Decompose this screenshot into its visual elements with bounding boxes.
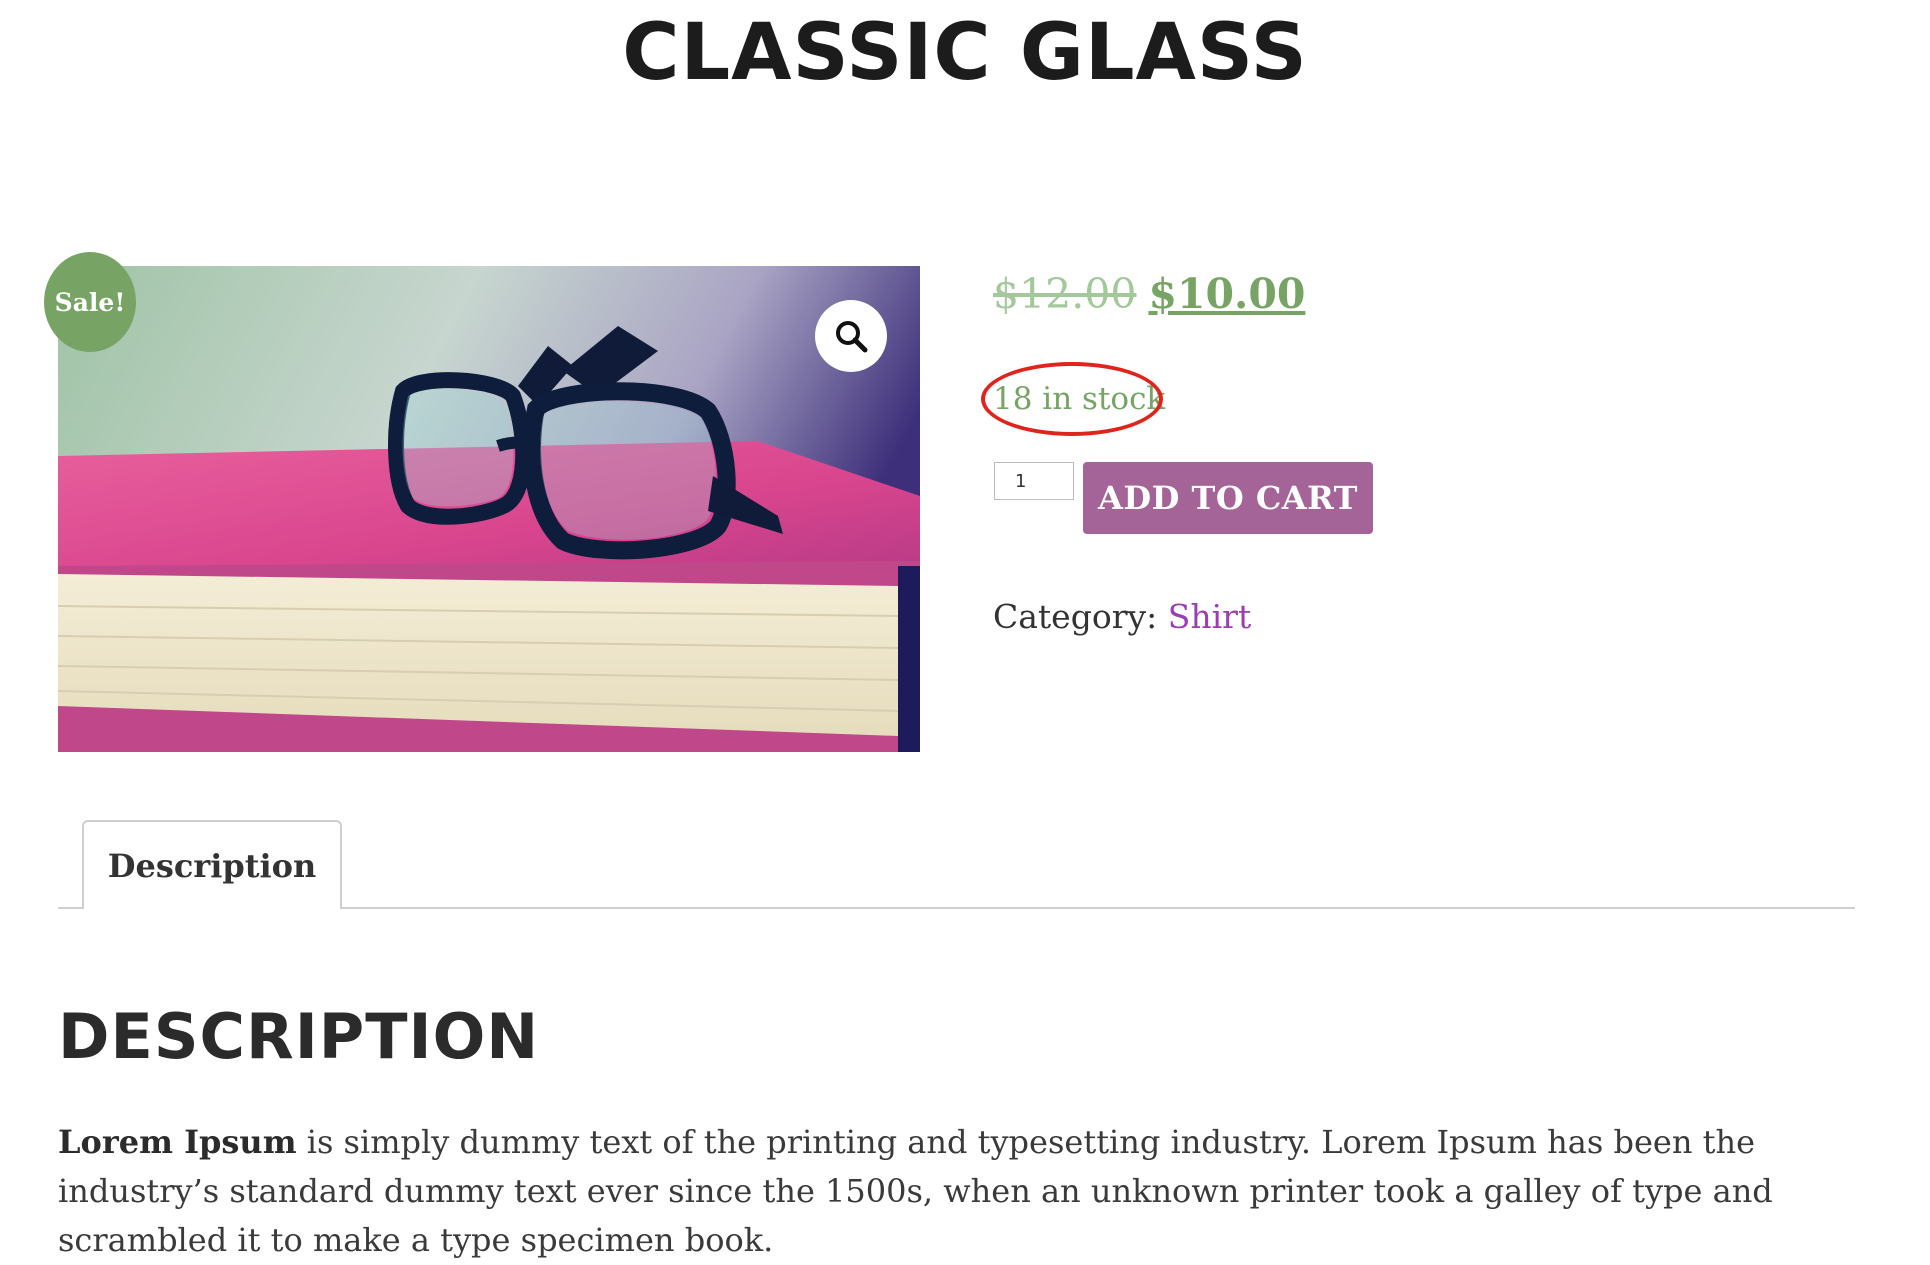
sale-badge: Sale!: [44, 252, 136, 352]
description-heading: DESCRIPTION: [58, 1000, 540, 1073]
stock-highlight-circle: [981, 362, 1163, 436]
description-body: is simply dummy text of the printing and…: [58, 1123, 1773, 1259]
product-image[interactable]: [58, 266, 920, 752]
add-to-cart-button[interactable]: ADD TO CART: [1083, 462, 1373, 534]
category-link[interactable]: Shirt: [1168, 597, 1251, 636]
sale-price: $10.00: [1148, 270, 1306, 318]
quantity-input[interactable]: [994, 462, 1074, 500]
tab-description[interactable]: Description: [82, 820, 342, 909]
category-label: Category:: [993, 597, 1158, 636]
regular-price: $12.00: [993, 270, 1137, 318]
product-title: CLASSIC GLASS: [622, 8, 1308, 98]
description-text: Lorem Ipsum is simply dummy text of the …: [58, 1118, 1858, 1265]
zoom-button[interactable]: [815, 300, 887, 372]
description-lead: Lorem Ipsum: [58, 1123, 297, 1161]
magnifier-icon: [836, 321, 868, 353]
price: $12.00 $10.00: [993, 270, 1305, 318]
product-category: Category: Shirt: [993, 597, 1251, 636]
